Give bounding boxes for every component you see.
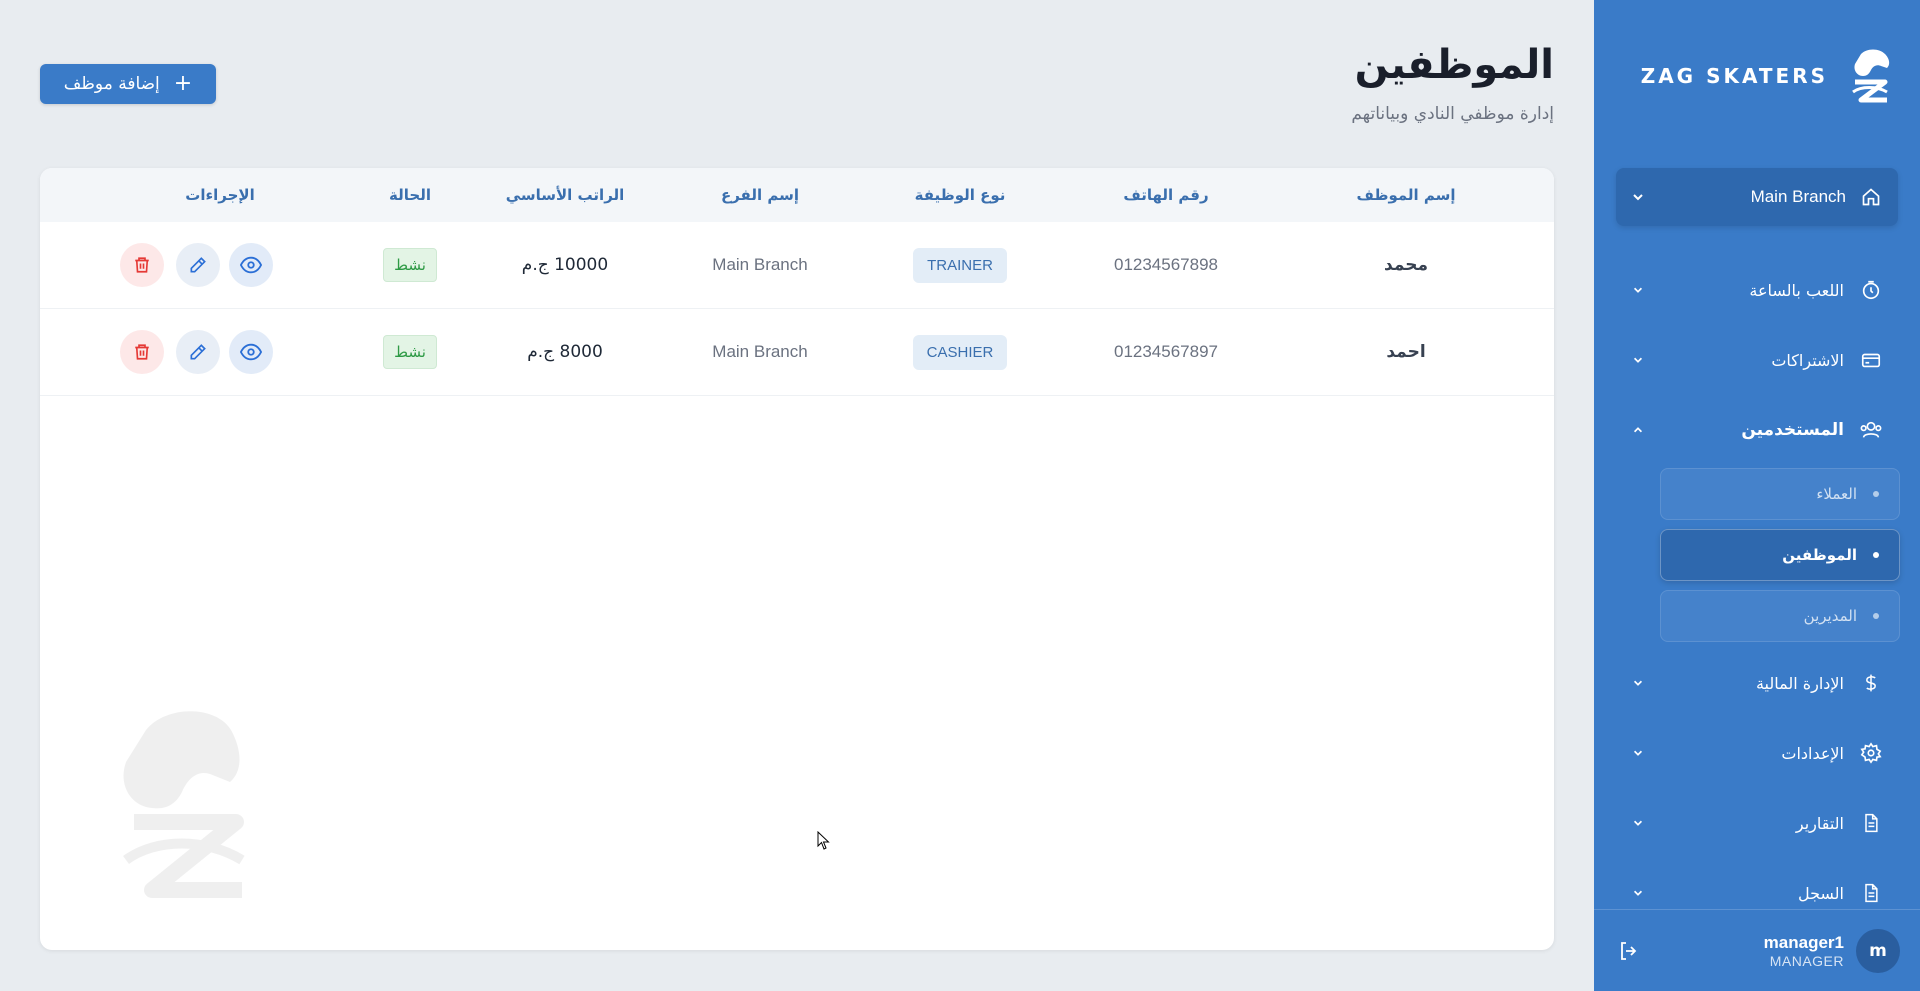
- user-info: manager1 MANAGER: [1644, 933, 1844, 969]
- bullet-icon: [1873, 613, 1879, 619]
- cell-role: TRAINER: [860, 222, 1060, 308]
- cell-name: احمد: [1386, 342, 1426, 362]
- dollar-icon: [1858, 670, 1884, 696]
- sidebar-subitem-label: المديرين: [1803, 607, 1857, 625]
- card-icon: [1858, 347, 1884, 373]
- brand-name: ZAG SKATERS: [1640, 64, 1828, 88]
- cell-phone: 01234567898: [1113, 255, 1218, 274]
- header-phone: رقم الهاتف: [1123, 186, 1209, 204]
- cell-phone: 01234567897: [1113, 342, 1218, 361]
- cell-salary: 8000 ج.م: [527, 342, 603, 362]
- cell-status: نشط: [350, 222, 470, 308]
- watermark-logo-icon: [106, 700, 266, 910]
- cell-salary: 10000 ج.م: [521, 255, 609, 275]
- chevron-down-icon: [1630, 815, 1646, 831]
- role-badge: TRAINER: [913, 247, 1007, 283]
- sidebar-item-settings[interactable]: الإعدادات: [1616, 731, 1898, 775]
- table-row: احمد 01234567897 CASHIER Main Branch 800…: [40, 309, 1554, 396]
- home-icon: [1858, 184, 1884, 210]
- user-bar: m manager1 MANAGER: [1594, 909, 1920, 991]
- branch-selector[interactable]: Main Branch: [1616, 168, 1898, 226]
- sidebar-item-reports[interactable]: التقارير: [1616, 801, 1898, 845]
- chevron-down-icon: [1630, 675, 1646, 691]
- bullet-icon: [1873, 491, 1879, 497]
- cell-role: CASHIER: [860, 309, 1060, 395]
- sidebar-item-label: الإدارة المالية: [1755, 673, 1844, 693]
- header-actions: الإجراءات: [185, 186, 255, 204]
- add-employee-button[interactable]: + إضافة موظف: [40, 64, 216, 104]
- sidebar-subitem-managers[interactable]: المديرين: [1660, 590, 1900, 642]
- pencil-icon: [190, 344, 206, 360]
- sidebar-subitem-label: الموظفين: [1782, 546, 1857, 564]
- add-employee-label: إضافة موظف: [63, 74, 160, 94]
- sidebar: ZAG SKATERS Main Branch اللعب بالساعة ال…: [1594, 0, 1920, 991]
- chevron-down-icon: [1630, 282, 1646, 298]
- mouse-cursor-icon: [817, 830, 831, 851]
- branch-label: Main Branch: [1750, 187, 1846, 206]
- sidebar-item-label: التقارير: [1795, 813, 1844, 833]
- sidebar-item-label: الاشتراكات: [1771, 350, 1844, 370]
- table-row: محمد 01234567898 TRAINER Main Branch 100…: [40, 222, 1554, 309]
- stopwatch-icon: [1858, 277, 1884, 303]
- user-role: MANAGER: [1769, 952, 1844, 969]
- table-header: إسم الموظف رقم الهاتف نوع الوظيفة إسم ال…: [40, 168, 1554, 222]
- sidebar-item-label: الإعدادات: [1781, 743, 1844, 763]
- trash-icon: [135, 344, 149, 360]
- avatar[interactable]: m: [1856, 928, 1900, 973]
- page-title: الموظفين: [1354, 42, 1554, 88]
- chevron-up-icon: [1630, 422, 1646, 438]
- gear-icon: [1858, 740, 1884, 766]
- brand: ZAG SKATERS: [1594, 0, 1920, 152]
- cell-branch: Main Branch: [712, 342, 808, 361]
- log-icon: [1858, 880, 1884, 906]
- report-icon: [1858, 810, 1884, 836]
- status-badge: نشط: [383, 248, 437, 282]
- header-status: الحالة: [389, 186, 431, 204]
- logout-icon[interactable]: [1614, 936, 1644, 966]
- header-salary: الراتب الأساسي: [505, 186, 625, 204]
- delete-button[interactable]: [120, 243, 164, 287]
- zag-logo-icon: [1842, 44, 1900, 108]
- delete-button[interactable]: [120, 330, 164, 374]
- role-badge: CASHIER: [912, 334, 1008, 370]
- sidebar-subitem-employees[interactable]: الموظفين: [1660, 529, 1900, 581]
- chevron-down-icon: [1630, 885, 1646, 901]
- eye-icon: [240, 343, 262, 361]
- edit-button[interactable]: [176, 330, 220, 374]
- sidebar-item-finance[interactable]: الإدارة المالية: [1616, 661, 1898, 705]
- pencil-icon: [190, 257, 206, 273]
- chevron-down-icon: [1630, 745, 1646, 761]
- sidebar-item-label: السجل: [1797, 883, 1844, 903]
- page-subtitle: إدارة موظفي النادي وبياناتهم: [1351, 104, 1554, 124]
- header-name: إسم الموظف: [1356, 186, 1456, 204]
- view-button[interactable]: [229, 243, 273, 287]
- cell-status: نشط: [350, 309, 470, 395]
- sidebar-subitem-label: العملاء: [1816, 485, 1857, 503]
- header-role: نوع الوظيفة: [914, 186, 1006, 204]
- user-name: manager1: [1763, 932, 1844, 952]
- eye-icon: [240, 256, 262, 274]
- sidebar-subitem-customers[interactable]: العملاء: [1660, 468, 1900, 520]
- sidebar-item-label: اللعب بالساعة: [1749, 280, 1844, 300]
- header-branch: إسم الفرع: [720, 186, 800, 204]
- cell-name: محمد: [1384, 255, 1428, 275]
- bullet-icon: [1873, 552, 1879, 558]
- plus-icon: +: [173, 71, 193, 96]
- sidebar-item-users[interactable]: المستخدمين: [1616, 408, 1898, 452]
- edit-button[interactable]: [176, 243, 220, 287]
- users-icon: [1858, 417, 1884, 443]
- sidebar-item-subscriptions[interactable]: الاشتراكات: [1616, 338, 1898, 382]
- cell-branch: Main Branch: [712, 255, 808, 274]
- view-button[interactable]: [229, 330, 273, 374]
- sidebar-item-hourly-play[interactable]: اللعب بالساعة: [1616, 268, 1898, 312]
- employees-table: إسم الموظف رقم الهاتف نوع الوظيفة إسم ال…: [40, 168, 1554, 950]
- chevron-down-icon: [1630, 189, 1646, 205]
- sidebar-item-label: المستخدمين: [1741, 420, 1844, 440]
- chevron-down-icon: [1630, 352, 1646, 368]
- status-badge: نشط: [383, 335, 437, 369]
- trash-icon: [135, 257, 149, 273]
